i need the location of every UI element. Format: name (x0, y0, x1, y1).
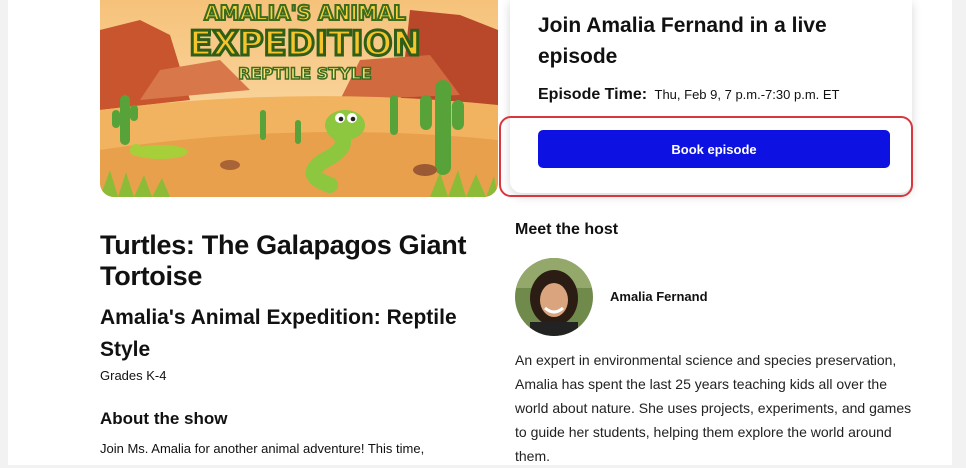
grade-range: Grades K-4 (100, 368, 167, 383)
host-bio: An expert in environmental science and s… (515, 352, 912, 464)
art-title-line1: AMALIA'S ANIMAL (204, 1, 406, 25)
about-text: Join Ms. Amalia for another animal adven… (100, 441, 425, 456)
host-heading: Meet the host (515, 221, 619, 238)
art-title-line2: EXPEDITION (189, 24, 421, 64)
host-photo (515, 258, 593, 336)
episode-title: Turtles: The Galapagos Giant Tortoise (100, 230, 467, 291)
art-title-line3: REPTILE STYLE (238, 64, 372, 83)
book-episode-button[interactable]: Book episode (538, 130, 890, 168)
show-hero-image: AMALIA'S ANIMAL EXPEDITION REPTILE STYLE (100, 0, 498, 197)
episode-time: Episode Time: Thu, Feb 9, 7 p.m.-7:30 p.… (538, 86, 839, 104)
episode-time-label: Episode Time: (538, 86, 648, 103)
booking-title: Join Amalia Fernand in a live episode (538, 14, 827, 68)
host-avatar (515, 258, 593, 336)
series-title: Amalia's Animal Expedition: Reptile Styl… (100, 306, 457, 361)
episode-time-value: Thu, Feb 9, 7 p.m.-7:30 p.m. ET (654, 87, 840, 102)
about-heading: About the show (100, 409, 228, 428)
desert-illustration: AMALIA'S ANIMAL EXPEDITION REPTILE STYLE (100, 0, 498, 197)
host-name: Amalia Fernand (610, 289, 708, 304)
